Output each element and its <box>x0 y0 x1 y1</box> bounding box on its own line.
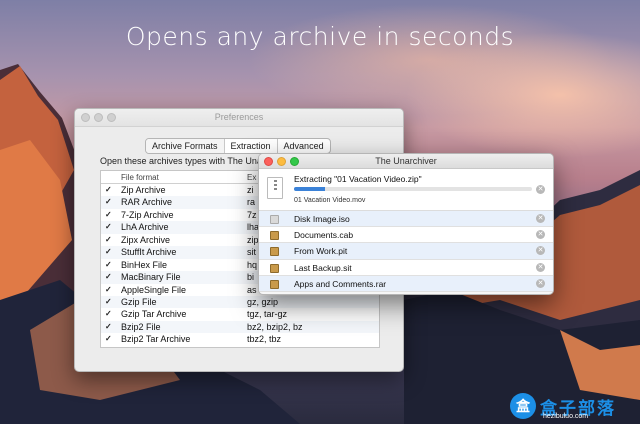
table-row[interactable]: ✓ Gzip File gz, gzip <box>101 295 379 309</box>
format-checkbox[interactable]: ✓ <box>105 222 112 231</box>
format-extensions: 7z <box>247 209 257 220</box>
queue-item[interactable]: Last Backup.sit ✕ <box>259 259 553 276</box>
format-checkbox[interactable]: ✓ <box>105 272 112 281</box>
archive-box-icon <box>270 231 279 241</box>
format-checkbox[interactable]: ✓ <box>105 260 112 269</box>
cancel-extraction-button[interactable]: ✕ <box>536 185 545 194</box>
format-name: BinHex File <box>121 259 168 270</box>
tab-advanced[interactable]: Advanced <box>278 139 330 153</box>
format-name: AppleSingle File <box>121 284 187 295</box>
table-row[interactable]: ✓ Bzip2 Tar Archive tbz2, tbz <box>101 333 379 345</box>
queue-item[interactable]: Apps and Comments.rar ✕ <box>259 275 553 292</box>
remove-item-button[interactable]: ✕ <box>536 230 545 240</box>
format-checkbox[interactable]: ✓ <box>105 235 112 244</box>
queue-item[interactable]: Disk Image.iso ✕ <box>259 211 553 228</box>
format-extensions: as <box>247 284 257 295</box>
format-checkbox[interactable]: ✓ <box>105 210 112 219</box>
format-checkbox[interactable]: ✓ <box>105 322 112 331</box>
preferences-tabs: Archive Formats Extraction Advanced <box>145 138 331 154</box>
remove-item-button[interactable]: ✕ <box>536 278 545 288</box>
disk-image-icon <box>270 215 279 224</box>
format-name: Bzip2 File <box>121 321 161 332</box>
table-row[interactable]: ✓ Bzip2 File bz2, bzip2, bz <box>101 320 379 334</box>
remove-item-button[interactable]: ✕ <box>536 262 545 272</box>
format-name: LhA Archive <box>121 222 169 233</box>
watermark-logo: 盒 <box>510 393 536 419</box>
unarchiver-window: The Unarchiver Extracting "01 Vacation V… <box>258 153 554 295</box>
format-extensions: zi <box>247 185 254 195</box>
format-name: RAR Archive <box>121 197 173 208</box>
column-header-format[interactable]: File format <box>121 173 159 182</box>
watermark: 盒 盒子部落 hezibuluo.com <box>510 393 638 423</box>
format-name: Zipx Archive <box>121 234 171 245</box>
format-extensions: tbz2, tbz <box>247 334 282 345</box>
archive-box-icon <box>270 263 279 273</box>
format-name: MacBinary File <box>121 272 181 283</box>
format-name: Bzip2 Tar Archive <box>121 334 191 345</box>
queue-item-name: Disk Image.iso <box>294 214 350 224</box>
format-extensions: sit <box>247 247 256 258</box>
format-extensions: bz2, bzip2, bz <box>247 321 303 332</box>
tab-archive-formats[interactable]: Archive Formats <box>146 139 225 153</box>
table-row[interactable]: ✓ Gzip Tar Archive tgz, tar-gz <box>101 308 379 320</box>
remove-item-button[interactable]: ✕ <box>536 246 545 256</box>
format-extensions: ra <box>247 197 256 208</box>
preferences-description: Open these archives types with The Una <box>100 156 262 166</box>
extracting-label: Extracting "01 Vacation Video.zip" <box>294 174 422 184</box>
preferences-titlebar[interactable]: Preferences <box>75 109 403 127</box>
queue-item-name: Apps and Comments.rar <box>294 278 387 289</box>
format-extensions: gz, gzip <box>247 296 279 307</box>
queue-item[interactable]: Documents.cab ✕ <box>259 227 553 244</box>
current-file-label: 01 Vacation Video.mov <box>294 197 366 204</box>
progress-fill <box>294 187 325 191</box>
archive-box-icon <box>270 247 279 257</box>
format-checkbox[interactable]: ✓ <box>105 309 112 318</box>
queue-item-name: Documents.cab <box>294 230 354 241</box>
format-checkbox[interactable]: ✓ <box>105 285 112 294</box>
format-name: Gzip Tar Archive <box>121 309 187 320</box>
format-checkbox[interactable]: ✓ <box>105 297 112 306</box>
zip-file-icon <box>267 177 283 199</box>
queue-item-name: Last Backup.sit <box>294 262 352 273</box>
unarchiver-titlebar[interactable]: The Unarchiver <box>259 154 553 169</box>
queue-item[interactable]: From Work.pit ✕ <box>259 243 553 260</box>
format-name: 7-Zip Archive <box>121 209 174 220</box>
remove-item-button[interactable]: ✕ <box>536 214 545 223</box>
extraction-progress-item: Extracting "01 Vacation Video.zip" 01 Va… <box>259 169 553 211</box>
format-extensions: bi <box>247 272 255 283</box>
format-checkbox[interactable]: ✓ <box>105 185 112 194</box>
format-name: Gzip File <box>121 296 157 307</box>
unarchiver-title: The Unarchiver <box>375 156 437 166</box>
column-header-extensions[interactable]: Ex <box>247 173 256 182</box>
archive-box-icon <box>270 279 279 289</box>
format-checkbox[interactable]: ✓ <box>105 334 112 343</box>
format-extensions: tgz, tar-gz <box>247 309 288 320</box>
headline: Opens any archive in seconds <box>125 22 515 51</box>
queue-item-name: From Work.pit <box>294 246 348 257</box>
preferences-title: Preferences <box>214 112 264 122</box>
format-extensions: zip <box>247 234 259 245</box>
format-name: Zip Archive <box>121 185 166 195</box>
format-checkbox[interactable]: ✓ <box>105 197 112 206</box>
watermark-url: hezibuluo.com <box>543 413 589 420</box>
progress-bar <box>294 187 532 191</box>
format-extensions: hq <box>247 259 258 270</box>
format-name: StuffIt Archive <box>121 247 177 258</box>
format-checkbox[interactable]: ✓ <box>105 247 112 256</box>
tab-extraction[interactable]: Extraction <box>225 139 278 153</box>
